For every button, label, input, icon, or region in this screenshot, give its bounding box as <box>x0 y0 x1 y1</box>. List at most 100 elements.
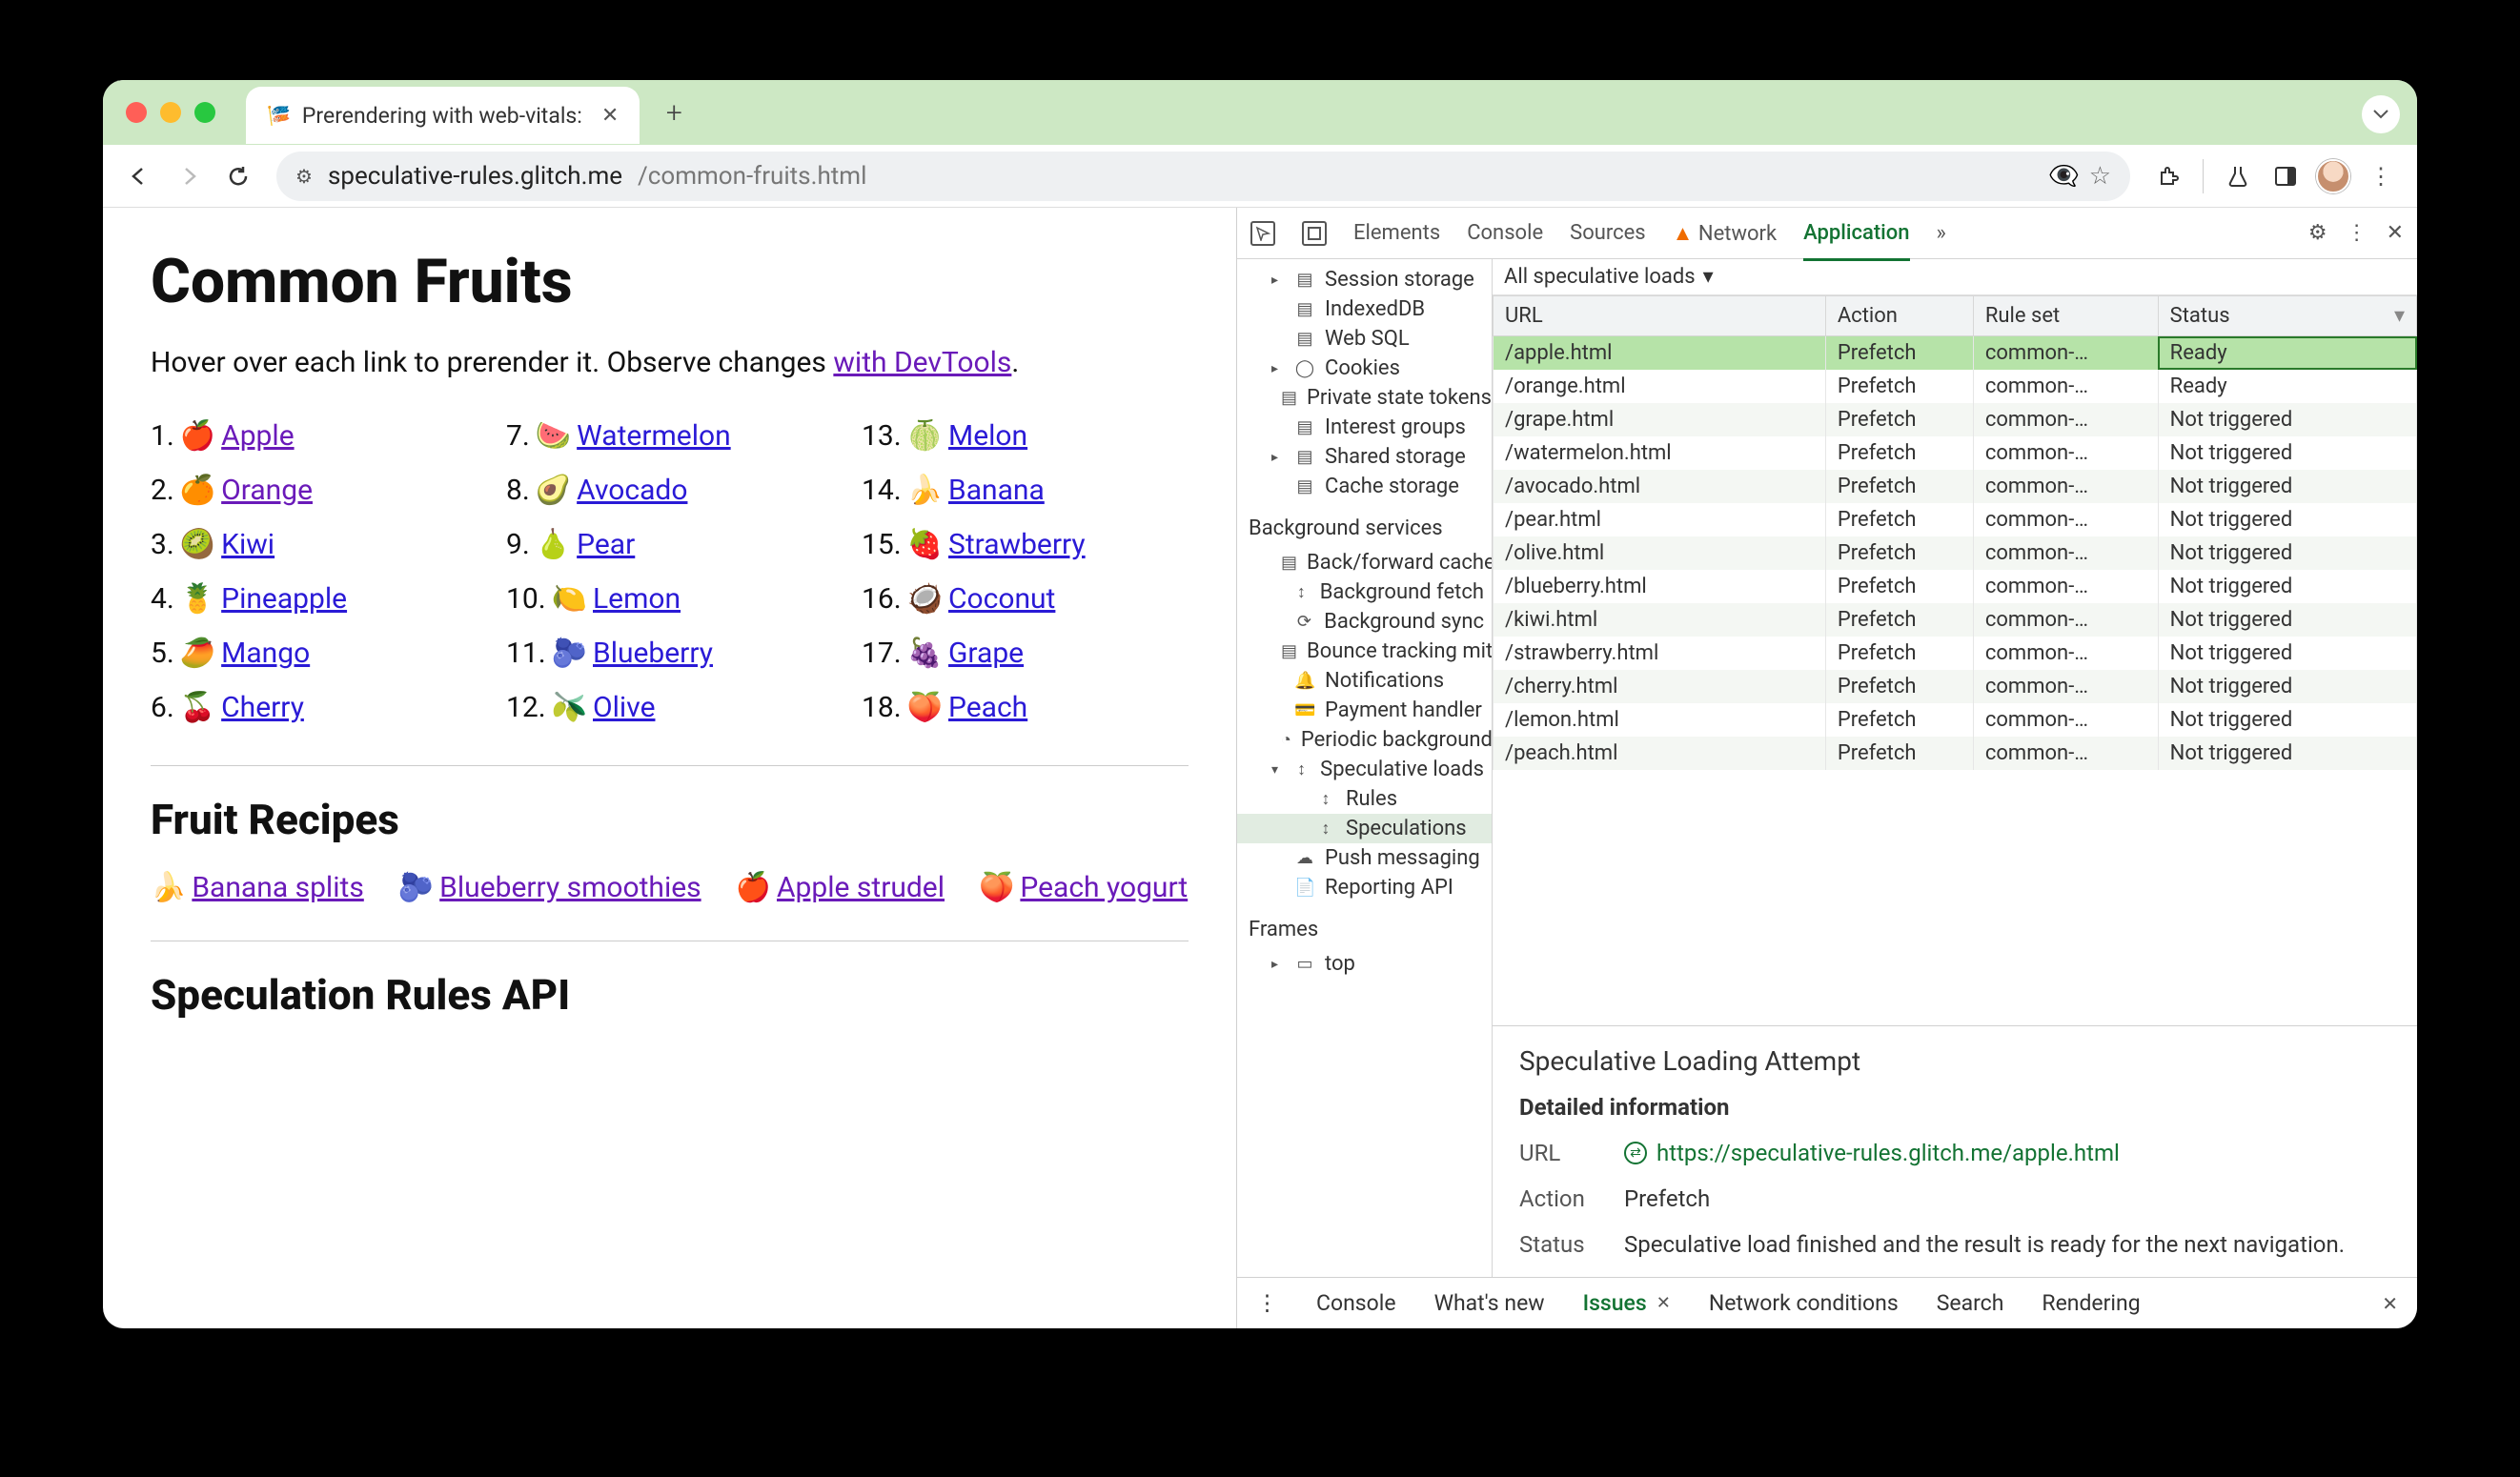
extensions-button[interactable] <box>2147 155 2189 197</box>
fruit-link[interactable]: Avocado <box>577 474 687 507</box>
sidebar-item[interactable]: 🔔Notifications <box>1237 666 1492 696</box>
drawer-tab-console[interactable]: Console <box>1316 1290 1396 1316</box>
site-settings-icon[interactable]: ⚙ <box>295 165 313 188</box>
table-row[interactable]: /orange.htmlPrefetchcommon-…Ready <box>1494 370 2417 403</box>
sidebar-item[interactable]: ▸▭top <box>1237 949 1492 979</box>
drawer-tab-rendering[interactable]: Rendering <box>2042 1290 2140 1316</box>
fruit-link[interactable]: Coconut <box>948 582 1055 616</box>
table-row[interactable]: /kiwi.htmlPrefetchcommon-…Not triggered <box>1494 603 2417 637</box>
sidebar-item[interactable]: ▤Back/forward cache <box>1237 548 1492 577</box>
table-row[interactable]: /blueberry.htmlPrefetchcommon-…Not trigg… <box>1494 570 2417 603</box>
fruit-link[interactable]: Lemon <box>593 582 681 616</box>
sidebar-item[interactable]: ◔Periodic background sync <box>1237 725 1492 755</box>
table-row[interactable]: /apple.htmlPrefetchcommon-…Ready <box>1494 336 2417 371</box>
labs-button[interactable] <box>2217 155 2259 197</box>
tab-application[interactable]: Application <box>1803 221 1909 261</box>
device-toolbar-icon[interactable] <box>1302 221 1327 246</box>
chrome-menu-button[interactable]: ⋮ <box>2360 155 2402 197</box>
forward-button[interactable] <box>168 155 210 197</box>
tabs-dropdown-button[interactable] <box>2362 95 2400 133</box>
sidebar-item[interactable]: ▤Web SQL <box>1237 324 1492 354</box>
reload-button[interactable] <box>217 155 259 197</box>
col-ruleset[interactable]: Rule set <box>1973 296 2158 336</box>
recipe-link[interactable]: Peach yogurt <box>1020 871 1188 904</box>
inspect-element-icon[interactable] <box>1250 221 1275 246</box>
sidebar-item[interactable]: ↕Background fetch <box>1237 577 1492 607</box>
drawer-tab-issues[interactable]: Issues <box>1583 1290 1647 1328</box>
fruit-link[interactable]: Watermelon <box>577 419 731 453</box>
profile-button[interactable] <box>2312 155 2354 197</box>
close-icon[interactable]: ✕ <box>1656 1293 1671 1313</box>
sidebar-item[interactable]: ⟳Background sync <box>1237 607 1492 637</box>
close-window-button[interactable] <box>126 102 147 123</box>
settings-gear-icon[interactable]: ⚙ <box>2308 221 2327 245</box>
recipe-link[interactable]: Blueberry smoothies <box>439 871 701 904</box>
fruit-link[interactable]: Mango <box>221 637 310 670</box>
table-row[interactable]: /peach.htmlPrefetchcommon-…Not triggered <box>1494 737 2417 770</box>
detail-url-value[interactable]: ⇄https://speculative-rules.glitch.me/app… <box>1624 1140 2390 1166</box>
intro-link[interactable]: with DevTools <box>833 346 1011 379</box>
fruit-link[interactable]: Apple <box>221 419 294 453</box>
back-button[interactable] <box>118 155 160 197</box>
tab-network[interactable]: ▲ Network <box>1673 221 1778 246</box>
devtools-menu-icon[interactable]: ⋮ <box>2347 221 2368 245</box>
col-status[interactable]: Status▾ <box>2158 296 2416 336</box>
recipe-link[interactable]: Banana splits <box>192 871 363 904</box>
sidebar-item[interactable]: ↕Rules <box>1237 784 1492 814</box>
sidebar-item[interactable]: ▤Interest groups <box>1237 413 1492 442</box>
table-row[interactable]: /avocado.htmlPrefetchcommon-…Not trigger… <box>1494 470 2417 503</box>
tab-elements[interactable]: Elements <box>1353 221 1440 245</box>
sidebar-item[interactable]: ▸▤Shared storage <box>1237 442 1492 472</box>
sidebar-item[interactable]: 📄Reporting API <box>1237 873 1492 902</box>
devtools-close-icon[interactable]: ✕ <box>2387 221 2404 245</box>
side-panel-button[interactable] <box>2265 155 2307 197</box>
table-row[interactable]: /olive.htmlPrefetchcommon-…Not triggered <box>1494 536 2417 570</box>
sidebar-item[interactable]: ▾↕Speculative loads <box>1237 755 1492 784</box>
fruit-link[interactable]: Strawberry <box>948 528 1086 561</box>
recipe-link[interactable]: Apple strudel <box>777 871 945 904</box>
fruit-link[interactable]: Grape <box>948 637 1024 670</box>
table-row[interactable]: /strawberry.htmlPrefetchcommon-…Not trig… <box>1494 637 2417 670</box>
col-action[interactable]: Action <box>1825 296 1973 336</box>
sidebar-item[interactable]: ▸▤Session storage <box>1237 265 1492 294</box>
maximize-window-button[interactable] <box>194 102 215 123</box>
fruit-link[interactable]: Melon <box>948 419 1027 453</box>
table-row[interactable]: /watermelon.htmlPrefetchcommon-…Not trig… <box>1494 436 2417 470</box>
fruit-link[interactable]: Cherry <box>221 691 304 724</box>
sidebar-item[interactable]: ▤Private state tokens <box>1237 383 1492 413</box>
table-row[interactable]: /grape.htmlPrefetchcommon-…Not triggered <box>1494 403 2417 436</box>
sidebar-item[interactable]: ▸◯Cookies <box>1237 354 1492 383</box>
fruit-link[interactable]: Pineapple <box>221 582 347 616</box>
sidebar-item[interactable]: ☁Push messaging <box>1237 843 1492 873</box>
new-tab-button[interactable]: + <box>655 96 693 130</box>
sidebar-item[interactable]: ▤Bounce tracking mitigation <box>1237 637 1492 666</box>
fruit-link[interactable]: Kiwi <box>221 528 274 561</box>
fruit-link[interactable]: Olive <box>593 691 655 724</box>
table-row[interactable]: /cherry.htmlPrefetchcommon-…Not triggere… <box>1494 670 2417 703</box>
drawer-menu-icon[interactable]: ⋮ <box>1256 1290 1278 1316</box>
table-row[interactable]: /pear.htmlPrefetchcommon-…Not triggered <box>1494 503 2417 536</box>
drawer-tab-netcond[interactable]: Network conditions <box>1709 1290 1899 1316</box>
bookmark-star-icon[interactable]: ☆ <box>2089 162 2111 191</box>
sidebar-item[interactable]: 💳Payment handler <box>1237 696 1492 725</box>
fruit-link[interactable]: Orange <box>221 474 313 507</box>
col-url[interactable]: URL <box>1494 296 1826 336</box>
browser-tab[interactable]: 🎏 Prerendering with web-vitals: ✕ <box>246 87 640 144</box>
drawer-tab-whatsnew[interactable]: What's new <box>1434 1290 1545 1316</box>
drawer-tab-search[interactable]: Search <box>1937 1290 2004 1316</box>
fruit-link[interactable]: Blueberry <box>593 637 713 670</box>
fruit-link[interactable]: Banana <box>948 474 1045 507</box>
tab-close-icon[interactable]: ✕ <box>601 104 619 128</box>
address-bar[interactable]: ⚙ speculative-rules.glitch.me/common-fru… <box>276 152 2130 201</box>
drawer-close-icon[interactable]: ✕ <box>2382 1292 2398 1315</box>
minimize-window-button[interactable] <box>160 102 181 123</box>
sidebar-item[interactable]: ↕Speculations <box>1237 814 1492 843</box>
tab-sources[interactable]: Sources <box>1570 221 1646 245</box>
sidebar-item[interactable]: ▤IndexedDB <box>1237 294 1492 324</box>
table-row[interactable]: /lemon.htmlPrefetchcommon-…Not triggered <box>1494 703 2417 737</box>
sidebar-item[interactable]: ▤Cache storage <box>1237 472 1492 501</box>
incognito-icon[interactable]: 👁‍🗨 <box>2048 162 2079 191</box>
filter-dropdown[interactable]: All speculative loads ▾ <box>1493 259 2417 295</box>
tabs-overflow[interactable]: » <box>1937 221 1946 245</box>
tab-console[interactable]: Console <box>1467 221 1543 245</box>
